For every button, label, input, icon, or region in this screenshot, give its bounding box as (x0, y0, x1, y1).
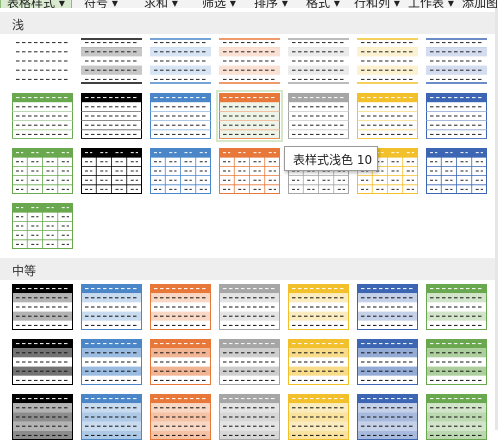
medium-style-black-1-0[interactable] (12, 339, 73, 385)
section-header-medium: 中等 (0, 258, 498, 280)
light-style-orange-2-3[interactable] (219, 148, 280, 194)
light-style-black-1-1[interactable] (81, 93, 142, 139)
medium-style-blue-2-1[interactable] (81, 394, 142, 440)
medium-style-navy-2-5[interactable] (357, 394, 418, 440)
medium-style-gold-0-4[interactable] (288, 284, 349, 330)
medium-style-black-2-0[interactable] (12, 394, 73, 440)
light-style-gold-0-5[interactable] (357, 38, 418, 84)
ribbon-tab[interactable]: 格式 ▾ (306, 0, 340, 8)
light-style-navy-1-6[interactable] (426, 93, 487, 139)
medium-style-gold-2-4[interactable] (288, 394, 349, 440)
light-style-navy-0-6[interactable] (426, 38, 487, 84)
medium-style-black-0-0[interactable] (12, 284, 73, 330)
ribbon-tab[interactable]: 排序 ▾ (254, 0, 288, 8)
section-header-light: 浅 (0, 12, 498, 34)
ribbon-tab[interactable]: 表格样式 ▾ (0, 0, 72, 8)
light-style-orange-1-3[interactable] (216, 90, 283, 142)
style-name-tooltip: 表样式浅色 10 (284, 146, 378, 171)
light-style-navy-2-6[interactable] (426, 148, 487, 194)
ribbon-tab[interactable]: 筛选 ▾ (202, 0, 236, 8)
medium-style-silver-2-3[interactable] (219, 394, 280, 440)
medium-style-navy-1-5[interactable] (357, 339, 418, 385)
light-style-green-2-0[interactable] (12, 148, 73, 194)
ribbon-tab-bar: 表格样式 ▾ 符号 ▾ 求和 ▾ 筛选 ▾ 排序 ▾ 格式 ▾ 行和列 ▾ 工作表 ▾ 添加图格 (0, 0, 498, 8)
light-style-silver-0-4[interactable] (288, 38, 349, 84)
light-style-silver-1-4[interactable] (288, 93, 349, 139)
medium-style-navy-0-5[interactable] (357, 284, 418, 330)
ribbon-tab[interactable]: 工作表 ▾ (408, 0, 454, 8)
medium-style-blue-0-1[interactable] (81, 284, 142, 330)
medium-style-gold-1-4[interactable] (288, 339, 349, 385)
ribbon-tab[interactable]: 行和列 ▾ (354, 0, 400, 8)
medium-style-blue-1-1[interactable] (81, 339, 142, 385)
light-style-black-0-1[interactable] (81, 38, 142, 84)
ribbon-tab[interactable]: 添加图格 (462, 0, 498, 8)
medium-style-silver-1-3[interactable] (219, 339, 280, 385)
section-label-medium: 中等 (12, 264, 37, 278)
medium-style-orange-1-2[interactable] (150, 339, 211, 385)
ribbon-tab[interactable]: 求和 ▾ (144, 0, 178, 8)
medium-style-green-0-6[interactable] (426, 284, 487, 330)
medium-style-green-1-6[interactable] (426, 339, 487, 385)
medium-style-silver-0-3[interactable] (219, 284, 280, 330)
light-style-green-1-0[interactable] (12, 93, 73, 139)
section-label-light: 浅 (12, 18, 25, 32)
light-style-gold-1-5[interactable] (357, 93, 418, 139)
light-style-none-0-0[interactable] (12, 38, 73, 84)
medium-style-orange-2-2[interactable] (150, 394, 211, 440)
light-style-green-3-0[interactable] (12, 203, 73, 249)
light-style-blue-0-2[interactable] (150, 38, 211, 84)
medium-style-green-2-6[interactable] (426, 394, 487, 440)
medium-style-orange-0-2[interactable] (150, 284, 211, 330)
ribbon-tab[interactable]: 符号 ▾ (84, 0, 118, 8)
light-style-blue-1-2[interactable] (150, 93, 211, 139)
light-style-orange-0-3[interactable] (219, 38, 280, 84)
light-style-black-2-1[interactable] (81, 148, 142, 194)
light-style-blue-2-2[interactable] (150, 148, 211, 194)
